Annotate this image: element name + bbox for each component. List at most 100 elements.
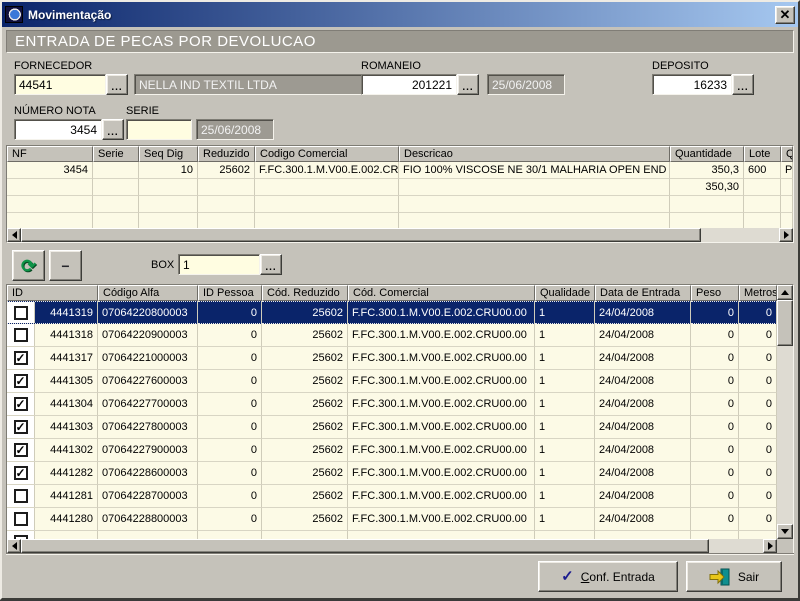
id-value: 4441302 <box>35 439 97 461</box>
row-checkbox[interactable]: ✓ <box>14 351 28 365</box>
row-checkbox[interactable]: ✓ <box>14 466 28 480</box>
table-row[interactable]: ✓444128207064228600003025602F.FC.300.1.M… <box>7 462 777 485</box>
deposito-field[interactable]: 16233 <box>652 74 732 95</box>
deposito-browse-button[interactable]: ... <box>732 74 754 95</box>
remove-button[interactable]: − <box>49 250 82 281</box>
row-checkbox[interactable] <box>14 306 28 320</box>
nota-grid-header-row: NFSerieSeq DigReduzidoCodigo ComercialDe… <box>7 146 793 162</box>
id-cell-inner: 4441318 <box>7 324 97 346</box>
cell: 0 <box>739 416 777 439</box>
nota-grid-hscrollbar[interactable] <box>7 228 793 242</box>
fornecedor-browse-button[interactable]: ... <box>106 74 128 95</box>
cell <box>7 213 93 228</box>
cell <box>691 531 739 539</box>
pecas-grid-hscroll-thumb[interactable] <box>21 539 709 553</box>
cell: 1 <box>535 301 595 324</box>
table-row[interactable]: ✓444130407064227700003025602F.FC.300.1.M… <box>7 393 777 416</box>
row-checkbox[interactable]: ✓ <box>14 443 28 457</box>
pecas-grid-hscrollbar[interactable] <box>7 539 777 553</box>
row-checkbox[interactable] <box>14 489 28 503</box>
id-value: 4441318 <box>35 324 97 346</box>
scroll-down-icon[interactable] <box>777 524 793 539</box>
cell: 10 <box>139 162 198 179</box>
column-header[interactable]: Quantidade <box>670 146 744 162</box>
pecas-grid-vscroll-thumb[interactable] <box>777 300 793 346</box>
column-header[interactable]: ID <box>7 285 98 301</box>
checkbox-cell: ✓ <box>7 416 35 438</box>
column-header[interactable]: Q <box>781 146 793 162</box>
table-row[interactable]: 444131807064220900003025602F.FC.300.1.M.… <box>7 324 777 347</box>
conf-entrada-button[interactable]: ✓ Conf. Entrada <box>538 561 678 592</box>
column-header[interactable]: ID Pessoa <box>198 285 262 301</box>
pecas-grid-vscrollbar[interactable] <box>777 285 793 553</box>
box-browse-button[interactable]: ... <box>260 254 282 275</box>
serie-field[interactable] <box>126 119 192 140</box>
scroll-up-icon[interactable] <box>777 285 793 300</box>
refresh-button[interactable]: ⟳ <box>12 250 45 281</box>
numero-nota-field[interactable]: 3454 <box>14 119 102 140</box>
cell: 07064227900003 <box>98 439 198 462</box>
row-checkbox[interactable]: ✓ <box>14 397 28 411</box>
row-checkbox[interactable] <box>14 328 28 342</box>
table-row[interactable]: ✓444130307064227800003025602F.FC.300.1.M… <box>7 416 777 439</box>
column-header[interactable]: Seq Dig <box>139 146 198 162</box>
cell: 1 <box>535 508 595 531</box>
column-header[interactable]: Peso <box>691 285 739 301</box>
sair-button[interactable]: Sair <box>686 561 782 592</box>
column-header[interactable]: Descricao <box>399 146 670 162</box>
column-header[interactable]: Código Alfa <box>98 285 198 301</box>
title-bar[interactable]: Movimentação ✕ <box>2 2 798 27</box>
cell: F.FC.300.1.M.V00.E.002.CRU00.00 <box>255 162 399 179</box>
column-header[interactable]: Serie <box>93 146 139 162</box>
scroll-right-icon[interactable] <box>763 539 777 553</box>
numero-nota-browse-button[interactable]: ... <box>102 119 124 140</box>
column-header[interactable]: Lote <box>744 146 781 162</box>
table-row[interactable]: ✓444131707064221000003025602F.FC.300.1.M… <box>7 347 777 370</box>
cell: 25602 <box>262 324 348 347</box>
table-row[interactable]: ✓444130207064227900003025602F.FC.300.1.M… <box>7 439 777 462</box>
pecas-grid-vscroll-track[interactable] <box>777 346 793 524</box>
table-row[interactable] <box>7 213 793 228</box>
table-row[interactable]: 34541025602F.FC.300.1.M.V00.E.002.CRU00.… <box>7 162 793 179</box>
table-row[interactable]: 444128107064228700003025602F.FC.300.1.M.… <box>7 485 777 508</box>
row-checkbox[interactable]: ✓ <box>14 374 28 388</box>
scroll-left-icon[interactable] <box>7 539 21 553</box>
pecas-grid-hscroll-track[interactable] <box>709 539 763 553</box>
pecas-grid-header-row: IDCódigo AlfaID PessoaCód. ReduzidoCód. … <box>7 285 777 301</box>
cell: F.FC.300.1.M.V00.E.002.CRU00.00 <box>348 393 535 416</box>
scroll-right-icon[interactable] <box>779 228 793 242</box>
column-header[interactable]: Reduzido <box>198 146 255 162</box>
cell: 0 <box>739 301 777 324</box>
cell <box>198 196 255 213</box>
box-field[interactable]: 1 <box>178 254 260 275</box>
scroll-left-icon[interactable] <box>7 228 21 242</box>
cell: 07064228800003 <box>98 508 198 531</box>
column-header[interactable]: Cód. Reduzido <box>262 285 348 301</box>
form-area: FORNECEDOR 44541 ... NELLA IND TEXTIL LT… <box>6 53 794 145</box>
column-header[interactable]: Codigo Comercial <box>255 146 399 162</box>
id-value: 4441281 <box>35 485 97 507</box>
table-row[interactable] <box>7 196 793 213</box>
table-row[interactable]: 444131907064220800003025602F.FC.300.1.M.… <box>7 301 777 324</box>
table-row[interactable] <box>7 531 777 539</box>
fornecedor-code-field[interactable]: 44541 <box>14 74 106 95</box>
column-header[interactable]: Metros <box>739 285 777 301</box>
table-row[interactable]: ✓444130507064227600003025602F.FC.300.1.M… <box>7 370 777 393</box>
column-header[interactable]: Cód. Comercial <box>348 285 535 301</box>
table-row[interactable]: 350,30 <box>7 179 793 196</box>
romaneio-field[interactable]: 201221 <box>361 74 457 95</box>
column-header[interactable]: NF <box>7 146 93 162</box>
nota-grid-hscroll-track[interactable] <box>701 228 779 242</box>
close-icon[interactable]: ✕ <box>775 6 795 24</box>
cell: 0 <box>198 508 262 531</box>
row-checkbox[interactable] <box>14 512 28 526</box>
cell: 25602 <box>262 416 348 439</box>
nota-grid-hscroll-thumb[interactable] <box>21 228 701 242</box>
romaneio-browse-button[interactable]: ... <box>457 74 479 95</box>
cell <box>139 179 198 196</box>
column-header[interactable]: Qualidade <box>535 285 595 301</box>
table-row[interactable]: 444128007064228800003025602F.FC.300.1.M.… <box>7 508 777 531</box>
row-checkbox[interactable]: ✓ <box>14 420 28 434</box>
cell: 25602 <box>262 370 348 393</box>
column-header[interactable]: Data de Entrada <box>595 285 691 301</box>
